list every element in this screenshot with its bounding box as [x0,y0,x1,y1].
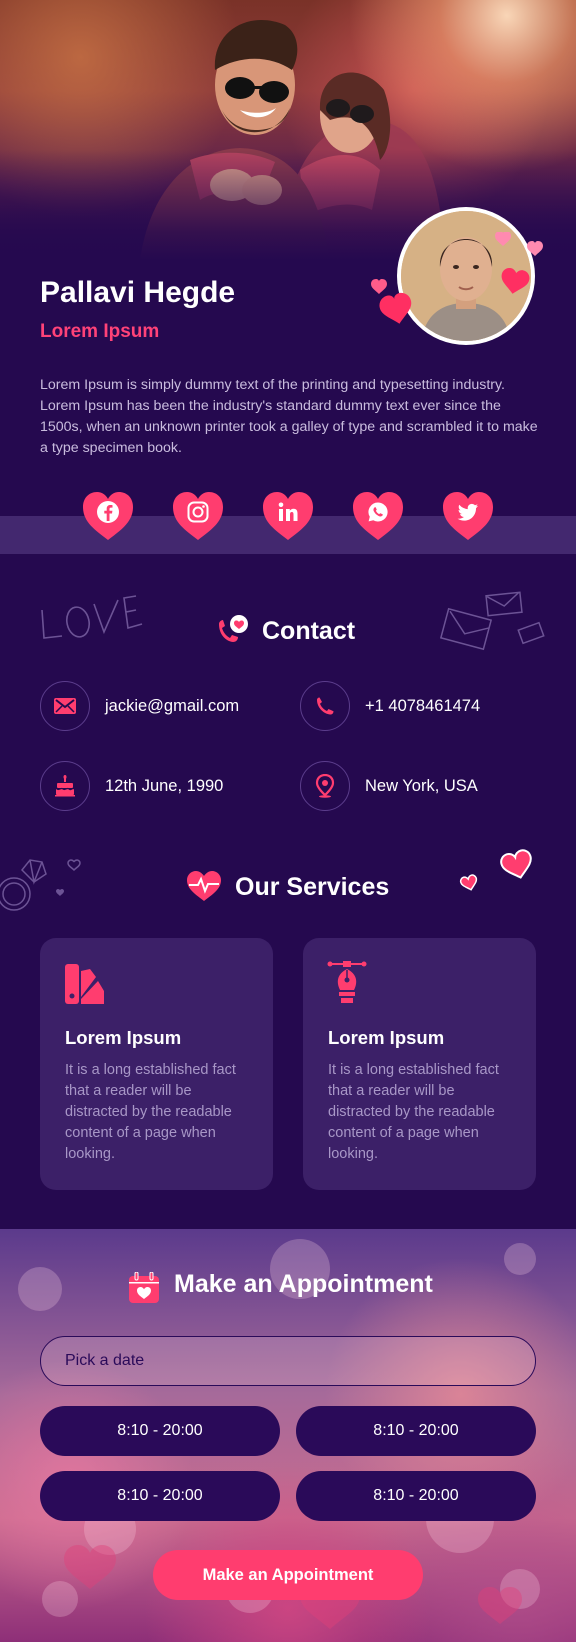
profile-name: Pallavi Hegde [40,276,236,309]
instagram-button[interactable] [171,490,225,542]
contact-email-text: jackie@gmail.com [105,696,240,715]
contact-phone[interactable]: +1 4078461474 [300,680,480,732]
time-slot-button[interactable]: 8:10 - 20:00 [40,1471,280,1521]
time-slot-button[interactable]: 8:10 - 20:00 [40,1406,280,1456]
ring-doodle-decoration [0,859,81,911]
facebook-icon [97,501,119,523]
contact-birthday-text: 12th June, 1990 [105,776,224,795]
email-icon [40,681,90,731]
whatsapp-icon [368,502,388,522]
service-card: Lorem Ipsum It is a long established fac… [303,938,536,1190]
contact-location-text: New York, USA [365,776,478,795]
contact-phone-text: +1 4078461474 [365,696,481,715]
contact-location[interactable]: New York, USA [300,760,478,812]
twitter-button[interactable] [441,490,495,542]
hearts-doodle-decoration [459,849,532,891]
contact-title: Contact [262,617,356,645]
service-card-title: Lorem Ipsum [328,1027,445,1048]
love-doodle-decoration [41,595,143,639]
color-swatch-icon [65,964,104,1004]
floating-hearts-decoration [371,232,543,324]
profile-bio: Lorem Ipsum is simply dummy text of the … [40,377,538,456]
envelopes-doodle-decoration [440,591,545,651]
instagram-icon [187,501,209,523]
make-appointment-button[interactable]: Make an Appointment [153,1550,423,1600]
service-card-text: It is a long established fact that a rea… [328,1062,499,1162]
phone-heart-icon [219,615,248,642]
cake-icon [40,761,90,811]
service-card-title: Lorem Ipsum [65,1027,182,1048]
pen-tool-icon [327,961,367,1003]
linkedin-button[interactable] [261,490,315,542]
social-links [0,490,576,546]
calendar-heart-icon [129,1272,159,1303]
services-title: Our Services [235,873,390,901]
location-pin-icon [300,761,350,811]
service-card-text: It is a long established fact that a rea… [65,1062,236,1162]
twitter-icon [457,503,478,521]
profile-role: Lorem Ipsum [40,321,160,342]
time-slot-button[interactable]: 8:10 - 20:00 [296,1471,536,1521]
date-picker-input[interactable] [40,1336,536,1386]
linkedin-icon [278,502,298,521]
contact-birthday: 12th June, 1990 [40,760,223,812]
whatsapp-button[interactable] [351,490,405,542]
phone-icon [300,681,350,731]
appointment-title: Make an Appointment [174,1270,433,1298]
contact-email[interactable]: jackie@gmail.com [40,680,239,732]
service-card: Lorem Ipsum It is a long established fac… [40,938,273,1190]
time-slot-button[interactable]: 8:10 - 20:00 [296,1406,536,1456]
heartbeat-heart-icon [187,871,221,901]
facebook-button[interactable] [81,490,135,542]
